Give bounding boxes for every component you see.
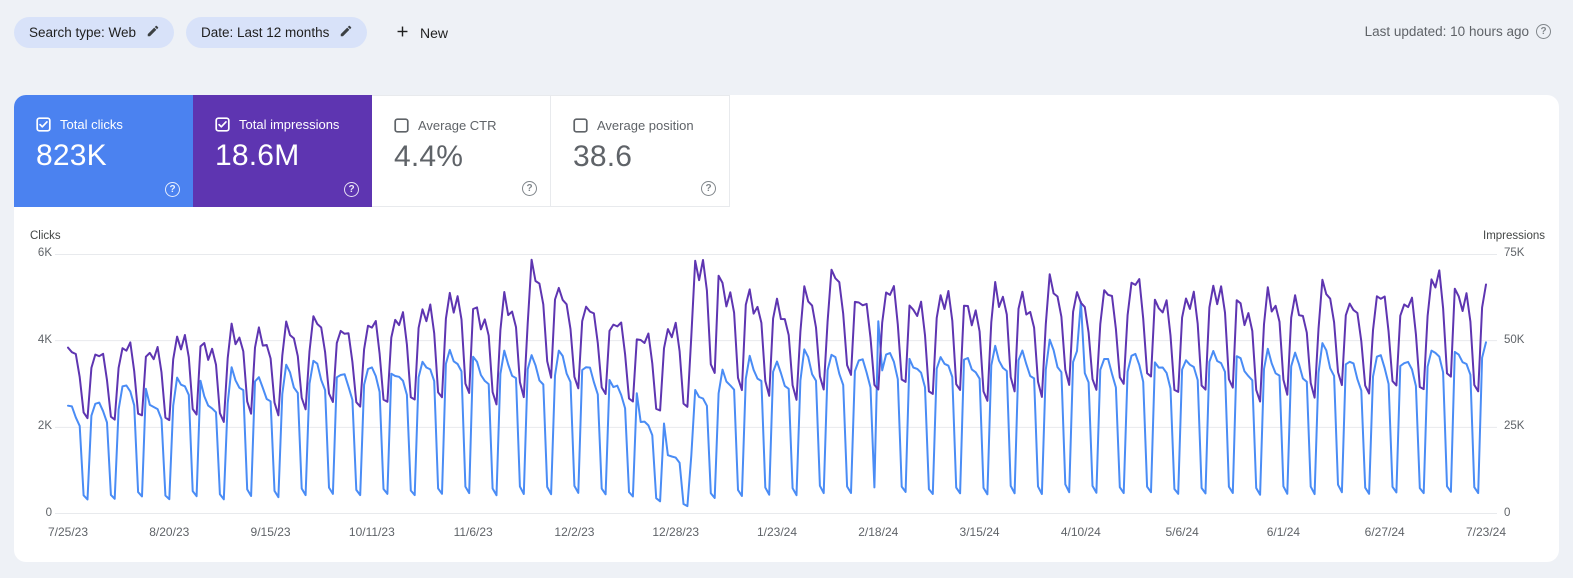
x-axis-label: 12/28/23 [636, 525, 716, 539]
x-axis-label: 8/20/23 [129, 525, 209, 539]
performance-panel: Total clicks 823K ? Total impressions 18… [14, 95, 1559, 562]
metric-label: Average position [597, 118, 694, 133]
last-updated-text: Last updated: 10 hours ago [1365, 24, 1529, 39]
average-ctr-card-header: Average CTR [394, 118, 497, 133]
total-impressions-card[interactable]: Total impressions 18.6M ? [193, 95, 372, 207]
search-type-filter-chip[interactable]: Search type: Web [14, 17, 174, 48]
x-axis-labels: 7/25/23 8/20/23 9/15/23 10/11/23 11/6/23 12/2… [14, 525, 1559, 543]
line-series-left [68, 302, 1486, 506]
pencil-edit-icon [339, 24, 353, 41]
average-ctr-card[interactable]: Average CTR 4.4% ? [372, 95, 551, 207]
metric-value: 4.4% [394, 140, 463, 174]
left-axis-tick: 6K [18, 247, 52, 259]
metric-value: 18.6M [215, 139, 299, 173]
left-axis-tick: 0 [18, 507, 52, 519]
date-filter-chip[interactable]: Date: Last 12 months [186, 17, 367, 48]
right-axis-tick: 25K [1504, 420, 1544, 432]
left-axis-tick: 2K [18, 420, 52, 432]
date-filter-label: Date: Last 12 months [201, 25, 329, 40]
x-axis-label: 6/27/24 [1345, 525, 1425, 539]
question-circle-icon[interactable]: ? [1536, 24, 1551, 39]
total-impressions-card-header: Total impressions [215, 117, 339, 132]
x-axis-label: 11/6/23 [433, 525, 513, 539]
right-axis-tick: 0 [1504, 507, 1544, 519]
right-axis-tick: 75K [1504, 247, 1544, 259]
search-console-performance-page: { "page": {"background": "#eef1f6"}, "to… [0, 0, 1573, 578]
x-axis-label: 1/23/24 [737, 525, 817, 539]
question-circle-icon[interactable]: ? [165, 182, 180, 197]
right-axis-title: Impressions [1483, 230, 1545, 242]
x-axis-label: 12/2/23 [534, 525, 614, 539]
unchecked-checkbox-icon[interactable] [573, 118, 588, 133]
left-axis-title: Clicks [30, 230, 61, 242]
question-circle-icon[interactable]: ? [522, 181, 537, 196]
total-clicks-card[interactable]: Total clicks 823K ? [14, 95, 193, 207]
checked-checkbox-icon[interactable] [215, 117, 230, 132]
plus-icon [394, 23, 411, 43]
question-circle-icon[interactable]: ? [344, 182, 359, 197]
x-axis-label: 7/25/23 [28, 525, 108, 539]
average-position-card[interactable]: Average position 38.6 ? [551, 95, 730, 207]
metric-value: 38.6 [573, 140, 632, 174]
pencil-edit-icon [146, 24, 160, 41]
metric-value: 823K [36, 139, 107, 173]
unchecked-checkbox-icon[interactable] [394, 118, 409, 133]
search-type-filter-label: Search type: Web [29, 25, 136, 40]
right-axis-tick: 50K [1504, 334, 1544, 346]
average-position-card-header: Average position [573, 118, 694, 133]
x-axis-label: 5/6/24 [1142, 525, 1222, 539]
x-axis-label: 10/11/23 [332, 525, 412, 539]
metric-label: Total impressions [239, 117, 339, 132]
new-filter-button[interactable]: New [384, 17, 458, 48]
top-filter-bar: Search type: Web Date: Last 12 months Ne… [0, 0, 1573, 64]
chart-plot-area[interactable] [55, 254, 1497, 514]
checked-checkbox-icon[interactable] [36, 117, 51, 132]
x-axis-label: 7/23/24 [1446, 525, 1526, 539]
x-axis-label: 3/15/24 [940, 525, 1020, 539]
x-axis-label: 9/15/23 [231, 525, 311, 539]
x-axis-label: 4/10/24 [1041, 525, 1121, 539]
x-axis-label: 6/1/24 [1243, 525, 1323, 539]
x-axis-label: 2/18/24 [838, 525, 918, 539]
new-button-label: New [420, 25, 448, 41]
metric-label: Total clicks [60, 117, 123, 132]
metric-cards-row: Total clicks 823K ? Total impressions 18… [14, 95, 730, 207]
chart-plot-svg [55, 254, 1497, 514]
left-axis-tick: 4K [18, 334, 52, 346]
metric-label: Average CTR [418, 118, 497, 133]
total-clicks-card-header: Total clicks [36, 117, 123, 132]
question-circle-icon[interactable]: ? [701, 181, 716, 196]
last-updated-status: Last updated: 10 hours ago ? [1365, 24, 1551, 39]
